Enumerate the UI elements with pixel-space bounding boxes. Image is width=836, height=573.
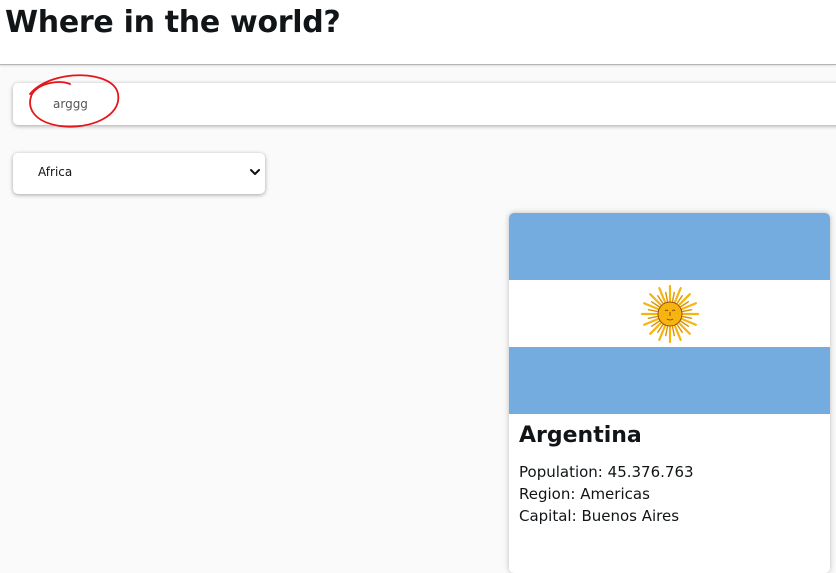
app-header: Where in the world? [0,0,836,65]
capital-label: Capital: [519,507,577,525]
sun-of-may-icon [640,284,700,344]
population-row: Population: 45.376.763 [519,461,819,483]
search-input[interactable] [53,93,653,115]
flag-image [509,213,830,414]
chevron-down-icon [250,169,260,175]
region-filter-select[interactable]: Africa [13,153,265,194]
page-title: Where in the world? [5,5,341,40]
search-box[interactable] [13,83,836,125]
region-label: Region: [519,485,576,503]
flag-band-top [509,213,830,280]
region-filter-value: Africa [38,165,73,179]
population-label: Population: [519,463,603,481]
region-row: Region: Americas [519,483,819,505]
capital-row: Capital: Buenos Aires [519,505,819,527]
population-value: 45.376.763 [607,463,694,481]
country-card[interactable]: Argentina Population: 45.376.763 Region:… [509,213,830,573]
country-name: Argentina [519,423,642,448]
capital-value: Buenos Aires [581,507,680,525]
flag-band-bottom [509,347,830,414]
region-value: Americas [580,485,650,503]
